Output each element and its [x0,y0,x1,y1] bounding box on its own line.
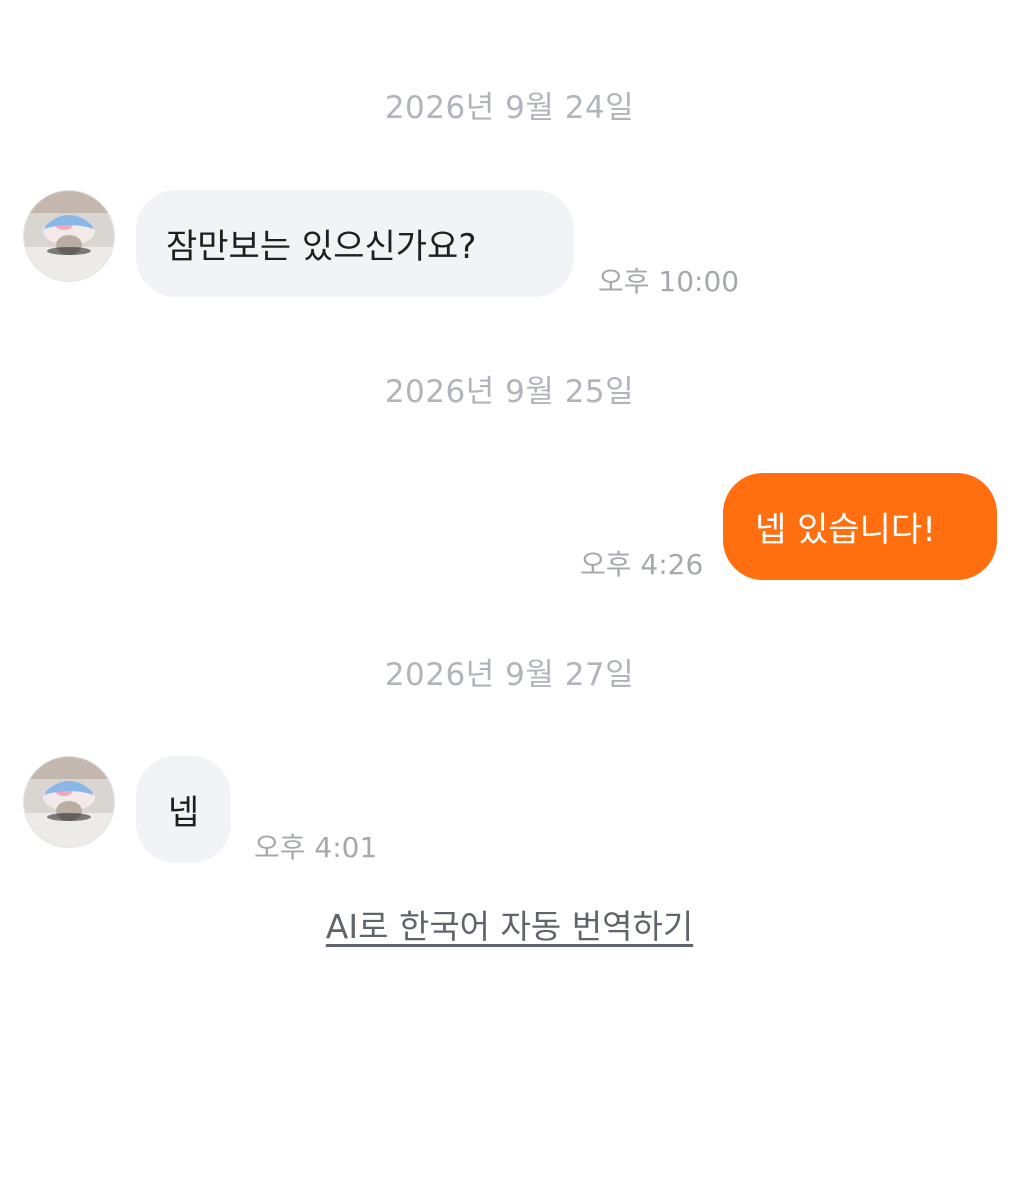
message-text: 잠만보는 있으신가요? [166,227,477,267]
avatar-image [24,191,114,281]
message-time: 오후 4:01 [254,831,378,864]
sender-avatar[interactable] [23,190,115,282]
message-time: 오후 10:00 [598,265,740,298]
auto-translate-link[interactable]: AI로 한국어 자동 번역하기 [0,900,1019,948]
date-separator: 2026년 9월 27일 [384,657,635,693]
sender-avatar[interactable] [23,756,115,848]
message-time: 오후 4:26 [580,548,704,581]
date-separator: 2026년 9월 25일 [384,374,635,410]
message-bubble-incoming[interactable]: 잠만보는 있으신가요? [136,190,574,297]
message-bubble-outgoing[interactable]: 넵 있습니다! [723,473,997,580]
message-bubble-incoming[interactable]: 넵 [136,756,231,863]
message-text: 넵 [167,793,200,833]
message-text: 넵 있습니다! [755,510,936,550]
avatar-image [24,757,114,847]
date-separator: 2026년 9월 24일 [384,90,635,126]
